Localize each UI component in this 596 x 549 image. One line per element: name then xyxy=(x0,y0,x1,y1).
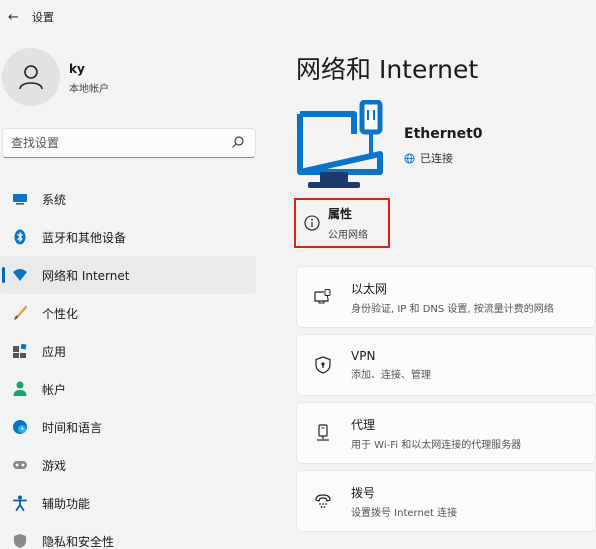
bluetooth-icon xyxy=(12,229,28,245)
avatar[interactable] xyxy=(2,48,60,106)
shield-icon xyxy=(12,533,28,549)
sidebar-item-label: 应用 xyxy=(42,344,67,359)
card-title: 以太网 xyxy=(351,281,388,296)
sidebar-item-label: 蓝牙和其他设备 xyxy=(42,230,127,245)
sidebar-item-network[interactable]: 网络和 Internet xyxy=(0,256,256,294)
vpn-shield-icon xyxy=(313,355,333,375)
globe-clock-icon xyxy=(12,419,28,435)
page-title: 网络和 Internet xyxy=(296,55,479,84)
search-icon[interactable] xyxy=(231,135,245,149)
wifi-icon xyxy=(12,267,28,283)
network-profile: 公用网络 xyxy=(328,230,368,241)
info-icon xyxy=(304,215,320,231)
card-title: 拨号 xyxy=(351,485,376,500)
dialup-icon xyxy=(313,491,333,511)
card-title: VPN xyxy=(351,349,376,363)
gamepad-icon xyxy=(12,457,28,473)
ethernet-monitor-icon xyxy=(297,100,383,188)
nav-list: 系统 蓝牙和其他设备 网络和 Internet 个性化 应用 帐户 时间和语言 … xyxy=(0,180,262,549)
sidebar-item-accessibility[interactable]: 辅助功能 xyxy=(0,484,256,522)
globe-icon xyxy=(404,152,415,164)
sidebar-item-label: 帐户 xyxy=(42,382,67,397)
title-bar: ← 设置 xyxy=(0,0,596,34)
card-subtitle: 设置拨号 Internet 连接 xyxy=(351,507,458,519)
sidebar: ky 本地帐户 系统 蓝牙和其他设备 网络和 Internet xyxy=(0,34,262,549)
accessibility-icon xyxy=(12,495,28,511)
sidebar-item-gaming[interactable]: 游戏 xyxy=(0,446,256,484)
card-proxy[interactable]: 代理 用于 Wi-Fi 和以太网连接的代理服务器 xyxy=(296,402,596,464)
sidebar-item-label: 网络和 Internet xyxy=(42,268,130,283)
ethernet-icon xyxy=(313,287,333,307)
connection-status: 已连接 xyxy=(404,150,453,166)
sidebar-item-label: 时间和语言 xyxy=(42,420,103,435)
proxy-icon xyxy=(313,423,333,443)
card-ethernet[interactable]: 以太网 身份验证, IP 和 DNS 设置, 按流量计费的网络 xyxy=(296,266,596,328)
settings-cards: 以太网 身份验证, IP 和 DNS 设置, 按流量计费的网络 VPN 添加、连… xyxy=(296,266,596,538)
main-content: 网络和 Internet Ethernet0 已连接 属性 公用网络 以太网 身… xyxy=(294,34,596,549)
apps-icon xyxy=(12,343,28,359)
card-vpn[interactable]: VPN 添加、连接、管理 xyxy=(296,334,596,396)
card-subtitle: 身份验证, IP 和 DNS 设置, 按流量计费的网络 xyxy=(351,303,554,315)
sidebar-item-personalization[interactable]: 个性化 xyxy=(0,294,256,332)
sidebar-item-time-language[interactable]: 时间和语言 xyxy=(0,408,256,446)
card-subtitle: 用于 Wi-Fi 和以太网连接的代理服务器 xyxy=(351,439,522,451)
back-arrow-icon[interactable]: ← xyxy=(8,10,22,25)
search-input[interactable] xyxy=(11,136,221,150)
person-icon xyxy=(12,381,28,397)
card-title: 代理 xyxy=(351,417,376,432)
sidebar-item-apps[interactable]: 应用 xyxy=(0,332,256,370)
status-text: 已连接 xyxy=(420,152,453,165)
monitor-icon xyxy=(12,191,28,207)
sidebar-item-system[interactable]: 系统 xyxy=(0,180,256,218)
sidebar-item-privacy[interactable]: 隐私和安全性 xyxy=(0,522,256,549)
sidebar-item-label: 隐私和安全性 xyxy=(42,534,115,549)
account-type: 本地帐户 xyxy=(69,84,109,95)
card-dialup[interactable]: 拨号 设置拨号 Internet 连接 xyxy=(296,470,596,532)
window-title: 设置 xyxy=(32,11,54,24)
sidebar-item-label: 系统 xyxy=(42,192,67,207)
sidebar-item-accounts[interactable]: 帐户 xyxy=(0,370,256,408)
profile-name: ky xyxy=(69,62,85,76)
sidebar-item-bluetooth[interactable]: 蓝牙和其他设备 xyxy=(0,218,256,256)
sidebar-item-label: 个性化 xyxy=(42,306,79,321)
brush-icon xyxy=(12,305,28,321)
user-profile[interactable]: ky 本地帐户 xyxy=(0,48,262,108)
search-box[interactable] xyxy=(2,128,256,158)
card-subtitle: 添加、连接、管理 xyxy=(351,370,431,381)
person-outline-icon xyxy=(19,65,43,90)
sidebar-item-label: 游戏 xyxy=(42,458,67,473)
properties-button[interactable]: 属性 公用网络 xyxy=(294,198,390,248)
device-name: Ethernet0 xyxy=(404,126,483,142)
properties-title: 属性 xyxy=(328,207,353,221)
sidebar-item-label: 辅助功能 xyxy=(42,496,91,511)
